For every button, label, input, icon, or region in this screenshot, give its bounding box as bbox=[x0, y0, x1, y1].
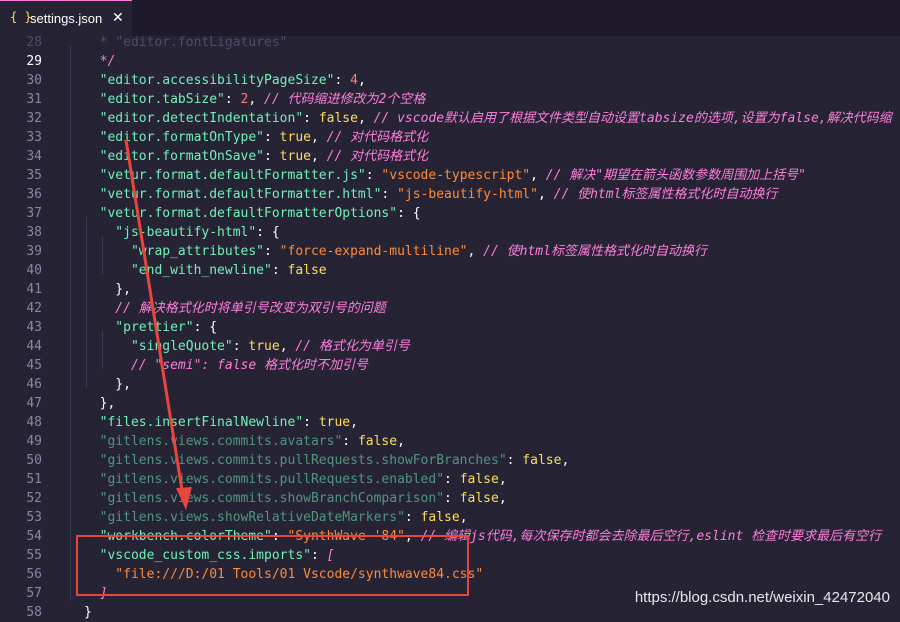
annotation-arrow bbox=[124, 139, 192, 510]
watermark: https://blog.csdn.net/weixin_42472040 bbox=[634, 589, 890, 606]
